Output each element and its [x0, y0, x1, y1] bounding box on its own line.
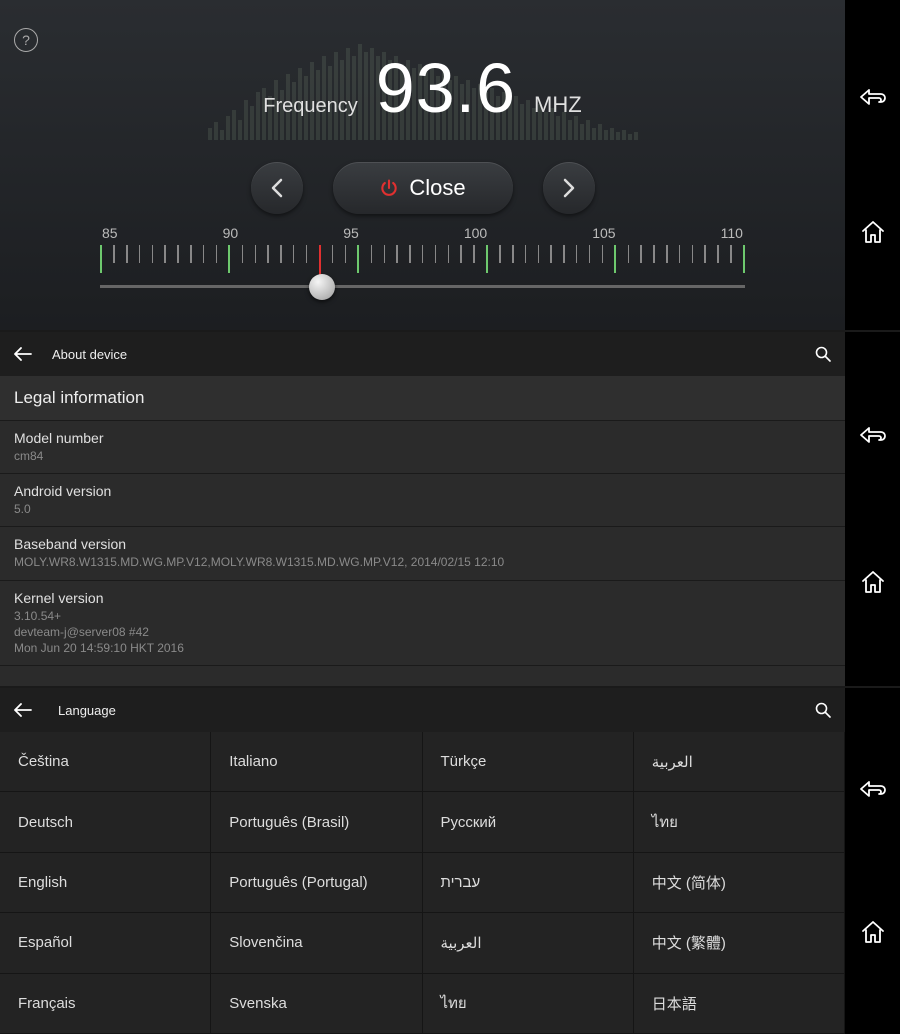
language-option[interactable]: Português (Brasil) [211, 792, 422, 852]
frequency-label: Frequency [263, 95, 358, 118]
close-button[interactable]: Close [333, 162, 513, 214]
language-option[interactable]: Português (Portugal) [211, 853, 422, 913]
chevron-left-icon [270, 178, 284, 198]
language-option[interactable]: Français [0, 974, 211, 1034]
language-option[interactable]: Italiano [211, 732, 422, 792]
language-option[interactable]: ไทย [423, 974, 634, 1034]
language-option[interactable]: 中文 (简体) [634, 853, 845, 913]
legal-information-row[interactable]: Legal information [0, 376, 845, 421]
back-arrow-icon[interactable] [14, 347, 32, 361]
about-header: About device [0, 332, 845, 376]
language-option[interactable]: עברית [423, 853, 634, 913]
about-title: About device [52, 347, 127, 362]
language-option[interactable]: 中文 (繁體) [634, 913, 845, 973]
info-value: cm84 [14, 448, 831, 464]
dial-label: 110 [721, 225, 743, 241]
frequency-value: 93.6 [376, 48, 516, 128]
info-row[interactable]: Kernel version 3.10.54+ devteam-j@server0… [0, 581, 845, 667]
language-option[interactable]: Русский [423, 792, 634, 852]
frequency-unit: MHZ [534, 92, 582, 118]
back-icon[interactable] [859, 85, 887, 109]
side-nav [845, 332, 900, 686]
dial-label: 100 [464, 225, 487, 241]
power-icon [379, 178, 399, 198]
home-icon[interactable] [860, 219, 886, 245]
frequency-dial[interactable]: 85 90 95 100 105 110 [100, 225, 745, 288]
language-option[interactable]: Español [0, 913, 211, 973]
home-icon[interactable] [860, 569, 886, 595]
dial-label: 105 [592, 225, 615, 241]
back-icon[interactable] [859, 423, 887, 447]
chevron-right-icon [562, 178, 576, 198]
search-icon[interactable] [815, 702, 831, 718]
language-option[interactable]: العربية [423, 913, 634, 973]
language-title: Language [58, 703, 116, 718]
slider-knob[interactable] [309, 274, 335, 300]
dial-label: 90 [223, 225, 239, 241]
language-option[interactable]: العربية [634, 732, 845, 792]
frequency-display: Frequency 93.6 MHZ [0, 48, 845, 128]
language-option[interactable]: English [0, 853, 211, 913]
language-header: Language [0, 688, 845, 732]
info-row[interactable]: Baseband version MOLY.WR8.W1315.MD.WG.MP.… [0, 527, 845, 580]
info-label: Model number [14, 430, 831, 446]
info-label: Kernel version [14, 590, 831, 606]
about-panel: About device Legal information Model num… [0, 332, 900, 686]
language-option[interactable]: Deutsch [0, 792, 211, 852]
info-row[interactable]: Model number cm84 [0, 421, 845, 474]
back-arrow-icon[interactable] [14, 703, 32, 717]
next-button[interactable] [543, 162, 595, 214]
dial-label: 95 [343, 225, 359, 241]
search-icon[interactable] [815, 346, 831, 362]
language-option[interactable]: ไทย [634, 792, 845, 852]
info-value: 5.0 [14, 501, 831, 517]
dial-label: 85 [102, 225, 118, 241]
info-label: Android version [14, 483, 831, 499]
info-row[interactable]: Android version 5.0 [0, 474, 845, 527]
home-icon[interactable] [860, 919, 886, 945]
language-option[interactable]: Slovenčina [211, 913, 422, 973]
close-label: Close [409, 175, 465, 201]
language-option[interactable]: Svenska [211, 974, 422, 1034]
language-option[interactable]: Čeština [0, 732, 211, 792]
language-panel: Language ČeštinaItalianoTürkçeالعربيةDeu… [0, 688, 900, 1034]
back-icon[interactable] [859, 777, 887, 801]
side-nav [845, 0, 900, 330]
radio-panel: ? Frequency 93.6 MHZ Close [0, 0, 900, 330]
side-nav [845, 688, 900, 1034]
language-option[interactable]: 日本語 [634, 974, 845, 1034]
language-option[interactable]: Türkçe [423, 732, 634, 792]
info-value: 3.10.54+ devteam-j@server08 #42 Mon Jun … [14, 608, 831, 657]
prev-button[interactable] [251, 162, 303, 214]
info-value: MOLY.WR8.W1315.MD.WG.MP.V12,MOLY.WR8.W13… [14, 554, 831, 570]
info-label: Baseband version [14, 536, 831, 552]
